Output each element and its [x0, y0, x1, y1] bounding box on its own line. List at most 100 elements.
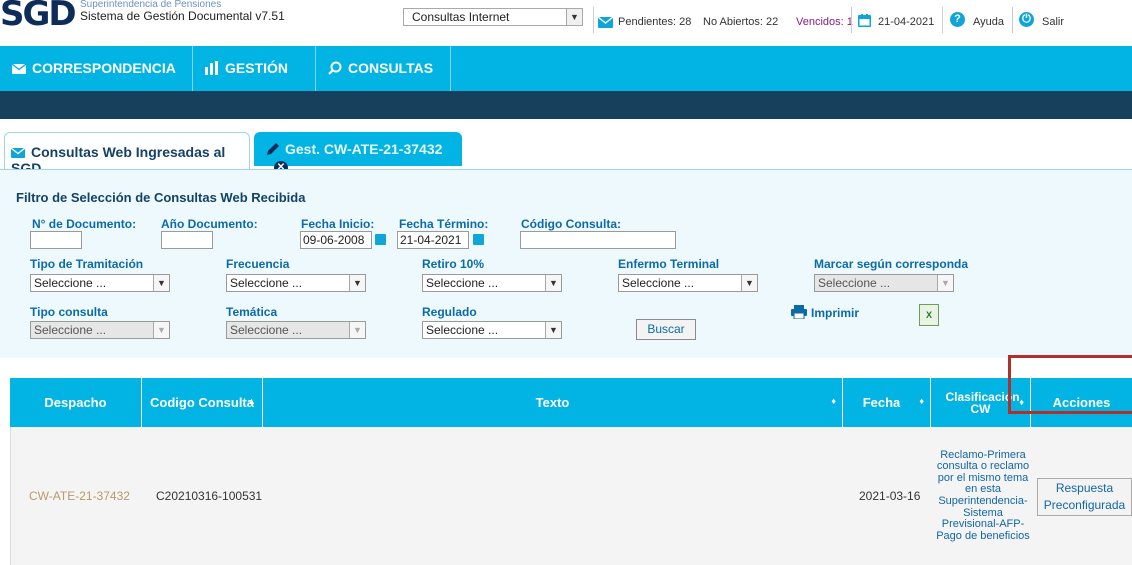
- select-value: Seleccione ...: [34, 276, 107, 290]
- col-label: Codigo Consulta: [150, 395, 254, 410]
- tab-gestion-cw[interactable]: Gest. CW-ATE-21-37432✕: [254, 132, 462, 175]
- tematica-label: Temática: [226, 305, 278, 319]
- col-label: Texto: [535, 395, 570, 410]
- app-logo: SGD: [0, 0, 77, 34]
- tipo-consulta-select[interactable]: Seleccione ... ▼: [30, 321, 170, 339]
- chevron-down-icon: ▼: [566, 9, 582, 25]
- current-date: 21-04-2021: [878, 16, 935, 28]
- bar-chart-icon: [205, 61, 218, 75]
- search-button[interactable]: Buscar: [636, 319, 696, 340]
- chevron-down-icon: ▼: [349, 275, 365, 291]
- tab-consultas-web[interactable]: Consultas Web Ingresadas al SGD: [4, 132, 250, 176]
- tipo-tramitacion-label: Tipo de Tramitación: [30, 257, 144, 271]
- calendar-icon[interactable]: [473, 234, 484, 245]
- top-bar: SGD Superintendencia de Pensiones Sistem…: [0, 0, 1132, 46]
- module-select[interactable]: Consultas Internet ▼: [403, 8, 583, 26]
- nav-item-gestion[interactable]: GESTIÓN: [193, 46, 316, 91]
- col-label: Clasificacion CW: [945, 389, 1020, 416]
- col-codigo[interactable]: Codigo Consulta ▲: [142, 378, 263, 427]
- cell-texto: [274, 427, 834, 565]
- nav-label: CONSULTAS: [348, 60, 434, 76]
- module-select-value: Consultas Internet: [412, 10, 510, 24]
- select-value: Seleccione ...: [230, 276, 303, 290]
- col-despacho[interactable]: Despacho: [10, 378, 142, 427]
- start-date-label: Fecha Inicio:: [301, 217, 375, 231]
- sort-icon: ▲: [247, 396, 256, 406]
- highlight-box: [1008, 355, 1132, 414]
- retiro-label: Retiro 10%: [422, 257, 485, 271]
- frecuencia-label: Frecuencia: [226, 257, 290, 271]
- respuesta-preconfigurada-button[interactable]: Respuesta Preconfigurada: [1037, 478, 1132, 516]
- envelope-icon: [10, 147, 26, 158]
- chevron-down-icon: ▼: [937, 275, 953, 291]
- code-label: Código Consulta:: [521, 217, 621, 231]
- chevron-down-icon: ▼: [741, 275, 757, 291]
- select-value: Seleccione ...: [426, 276, 499, 290]
- year-input[interactable]: [161, 231, 213, 249]
- sort-icon: ♦: [919, 396, 924, 406]
- calendar-icon[interactable]: [375, 234, 386, 245]
- nav-label: CORRESPONDENCIA: [32, 60, 176, 76]
- cell-codigo: C20210316-100531: [156, 489, 263, 503]
- cell-despacho[interactable]: CW-ATE-21-37432: [29, 427, 139, 565]
- system-name: Sistema de Gestión Documental v7.51: [80, 9, 285, 23]
- chevron-down-icon: ▼: [545, 275, 561, 291]
- select-value: Seleccione ...: [230, 323, 303, 337]
- pendientes-count[interactable]: Pendientes: 28: [618, 16, 691, 28]
- col-texto[interactable]: Texto ♦: [263, 378, 843, 427]
- button-line: Preconfigurada: [1043, 498, 1126, 512]
- separator: [942, 7, 943, 33]
- cell-clasificacion: Reclamo-Primera consulta o reclamo por e…: [936, 448, 1030, 542]
- regulado-select[interactable]: Seleccione ... ▼: [422, 321, 562, 339]
- end-date-input[interactable]: 21-04-2021: [397, 231, 469, 249]
- power-icon[interactable]: ⏻: [1019, 12, 1034, 27]
- question-icon[interactable]: ?: [950, 12, 965, 27]
- select-value: Seleccione ...: [818, 276, 891, 290]
- calendar-icon: [858, 14, 871, 27]
- chevron-down-icon: ▼: [545, 322, 561, 338]
- no-abiertos-count[interactable]: No Abiertos: 22: [703, 16, 778, 28]
- logout-link[interactable]: Salir: [1042, 16, 1064, 28]
- sub-nav-band: [0, 91, 1132, 119]
- table-row: CW-ATE-21-37432 C20210316-100531 2021-03…: [10, 427, 1132, 565]
- button-line: Respuesta: [1055, 481, 1114, 495]
- help-link[interactable]: Ayuda: [973, 16, 1004, 28]
- regulado-label: Regulado: [422, 305, 477, 319]
- start-date-input[interactable]: 09-06-2008: [300, 231, 372, 249]
- doc-num-label: N° de Documento:: [32, 217, 137, 231]
- nav-item-consultas[interactable]: CONSULTAS: [316, 46, 451, 91]
- separator: [593, 7, 594, 33]
- frecuencia-select[interactable]: Seleccione ... ▼: [226, 274, 366, 292]
- end-date-label: Fecha Término:: [399, 217, 489, 231]
- tab-label: Gest. CW-ATE-21-37432: [285, 141, 443, 157]
- filter-title: Filtro de Selección de Consultas Web Rec…: [16, 190, 306, 205]
- separator: [1012, 7, 1013, 33]
- excel-icon[interactable]: X: [919, 304, 939, 326]
- code-input[interactable]: [520, 231, 676, 249]
- tipo-tramitacion-select[interactable]: Seleccione ... ▼: [30, 274, 170, 292]
- chevron-down-icon: ▼: [349, 322, 365, 338]
- print-link[interactable]: Imprimir: [811, 306, 859, 320]
- year-label: Año Documento:: [161, 217, 258, 231]
- vencidos-count[interactable]: Vencidos: 1: [796, 16, 853, 28]
- cell-fecha: 2021-03-16: [859, 489, 921, 503]
- chevron-down-icon: ▼: [153, 322, 169, 338]
- enfermo-label: Enfermo Terminal: [618, 257, 720, 271]
- printer-icon[interactable]: [791, 305, 807, 319]
- nav-item-correspondencia[interactable]: CORRESPONDENCIA: [0, 46, 193, 91]
- select-value: Seleccione ...: [622, 276, 695, 290]
- tematica-select[interactable]: Seleccione ... ▼: [226, 321, 366, 339]
- retiro-select[interactable]: Seleccione ... ▼: [422, 274, 562, 292]
- enfermo-select[interactable]: Seleccione ... ▼: [618, 274, 758, 292]
- chevron-down-icon: ▼: [153, 275, 169, 291]
- search-icon: [328, 61, 342, 75]
- col-label: Despacho: [44, 395, 107, 410]
- sort-icon: ♦: [831, 396, 836, 406]
- tipo-consulta-label: Tipo consulta: [30, 305, 108, 319]
- col-fecha[interactable]: Fecha ♦: [843, 378, 931, 427]
- doc-num-input[interactable]: [30, 231, 82, 249]
- envelope-icon: [11, 63, 27, 74]
- marcar-select[interactable]: Seleccione ... ▼: [814, 274, 954, 292]
- col-label: Fecha: [862, 395, 901, 410]
- main-nav: CORRESPONDENCIA GESTIÓN CONSULTAS: [0, 46, 1132, 91]
